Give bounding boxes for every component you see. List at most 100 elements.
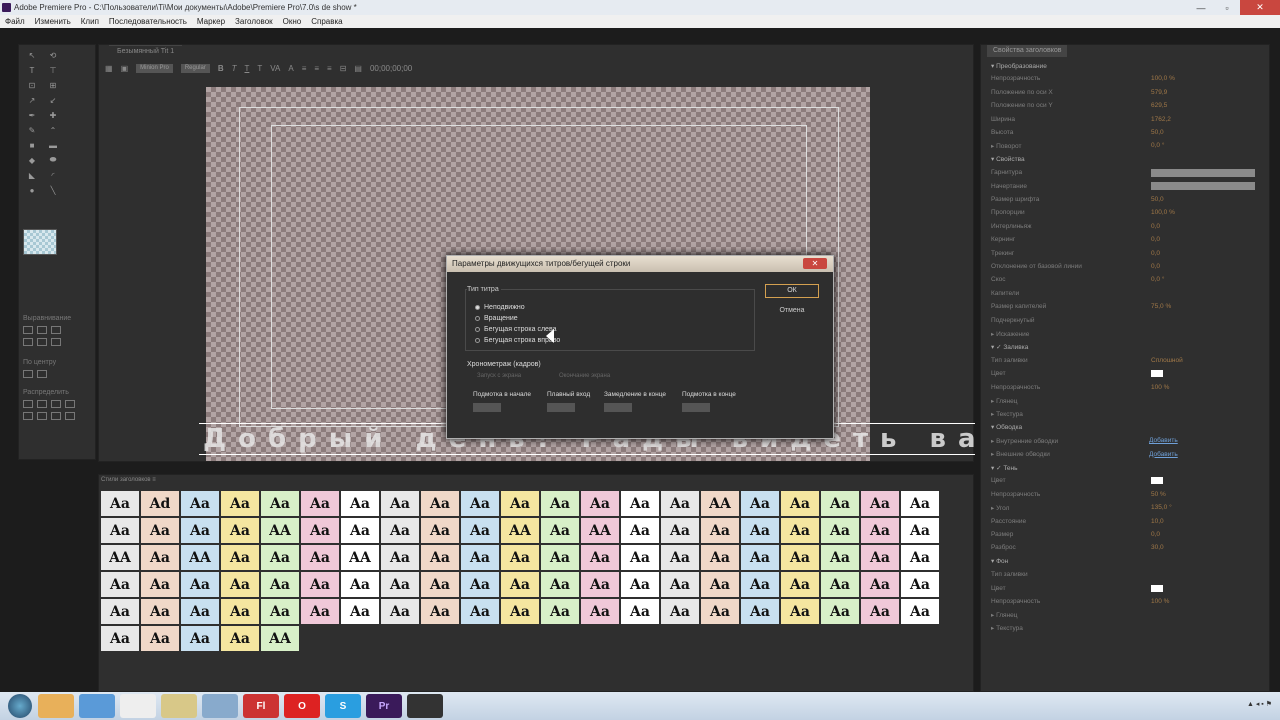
dialog-close-button[interactable]: ✕: [803, 258, 827, 269]
property-row[interactable]: ▸ Текстура: [981, 407, 1269, 420]
align-right-icon[interactable]: [51, 326, 61, 334]
menu-item[interactable]: Заголовок: [230, 17, 278, 26]
property-row[interactable]: Трекинг 0,0: [981, 247, 1269, 260]
property-row[interactable]: Положение по оси Y 629,5: [981, 99, 1269, 112]
property-value[interactable]: 0,0 °: [1151, 276, 1164, 283]
style-swatch[interactable]: Aa: [181, 626, 219, 651]
distribute-4-icon[interactable]: [65, 400, 75, 408]
start-off-screen-checkbox[interactable]: Запуск с экрана: [477, 373, 521, 379]
tab-stops-icon[interactable]: ⊟: [340, 64, 347, 73]
property-row[interactable]: Интерлиньяж 0,0: [981, 220, 1269, 233]
align-top-icon[interactable]: [23, 338, 33, 346]
property-dropdown[interactable]: [1151, 182, 1255, 191]
property-value[interactable]: 100 %: [1151, 384, 1169, 391]
style-swatch[interactable]: Aa: [341, 491, 379, 516]
property-row[interactable]: Положение по оси X 579,9: [981, 86, 1269, 99]
style-swatch[interactable]: Aa: [101, 518, 139, 543]
style-swatch[interactable]: AA: [341, 545, 379, 570]
style-swatch[interactable]: Aa: [141, 626, 179, 651]
radio-roll[interactable]: Вращение: [475, 315, 518, 322]
style-swatch[interactable]: Aa: [421, 599, 459, 624]
ease-in-input[interactable]: [547, 403, 575, 412]
distribute-7-icon[interactable]: [51, 412, 61, 420]
style-swatch[interactable]: Aa: [541, 572, 579, 597]
system-tray[interactable]: ▲ ◂ ▪ ⚑: [1247, 700, 1272, 708]
style-swatch[interactable]: Aa: [221, 545, 259, 570]
property-dropdown[interactable]: [1151, 168, 1255, 177]
style-swatch[interactable]: Aa: [621, 599, 659, 624]
style-swatch[interactable]: Aa: [261, 572, 299, 597]
style-swatch[interactable]: Aa: [221, 626, 259, 651]
style-swatch[interactable]: Aa: [821, 599, 859, 624]
property-row[interactable]: Высота 50,0: [981, 126, 1269, 139]
properties-tab[interactable]: Свойства заголовков: [987, 45, 1068, 57]
style-swatch[interactable]: Aa: [821, 518, 859, 543]
style-swatch[interactable]: Aa: [101, 491, 139, 516]
style-swatch[interactable]: Aa: [581, 572, 619, 597]
style-swatch[interactable]: AA: [261, 626, 299, 651]
property-row[interactable]: Начертание: [981, 180, 1269, 193]
property-value[interactable]: 0,0: [1151, 531, 1160, 538]
style-swatch[interactable]: Aa: [101, 599, 139, 624]
property-row[interactable]: ▸ Поворот 0,0 °: [981, 139, 1269, 152]
property-row[interactable]: Непрозрачность 100 %: [981, 595, 1269, 608]
property-row[interactable]: Размер капителей 75,0 %: [981, 300, 1269, 313]
property-value[interactable]: 50,0: [1151, 129, 1164, 136]
style-swatch[interactable]: Aa: [701, 545, 739, 570]
style-swatch[interactable]: Aa: [661, 545, 699, 570]
style-swatch[interactable]: Aa: [741, 572, 779, 597]
style-swatch[interactable]: Aa: [621, 545, 659, 570]
postroll-input[interactable]: [682, 403, 710, 412]
bold-icon[interactable]: B: [218, 64, 224, 73]
style-swatch[interactable]: Aa: [701, 572, 739, 597]
add-link[interactable]: Добавить: [1149, 451, 1178, 458]
style-swatch[interactable]: Aa: [741, 491, 779, 516]
align-middle-icon[interactable]: [37, 338, 47, 346]
property-value[interactable]: 100 %: [1151, 598, 1169, 605]
font-style-select[interactable]: Regular: [180, 63, 210, 73]
delete-anchor-icon[interactable]: ✎: [23, 124, 41, 136]
style-swatch[interactable]: Aa: [461, 599, 499, 624]
style-swatch[interactable]: Aa: [741, 518, 779, 543]
styles-tab[interactable]: Стили заголовков ≡: [101, 477, 156, 483]
property-row[interactable]: Капители: [981, 287, 1269, 300]
property-value[interactable]: 30,0: [1151, 544, 1164, 551]
style-swatch[interactable]: Aa: [221, 518, 259, 543]
minimize-button[interactable]: —: [1188, 0, 1214, 15]
property-value[interactable]: 579,9: [1151, 89, 1167, 96]
style-swatch[interactable]: AA: [501, 518, 539, 543]
property-value[interactable]: 75,0 %: [1151, 303, 1171, 310]
pen-tool-icon[interactable]: ✒: [23, 109, 41, 121]
property-row[interactable]: ▾ ✓ Заливка: [981, 340, 1269, 353]
vertical-path-type-icon[interactable]: ↙: [44, 94, 62, 106]
radio-crawl-left[interactable]: Бегущая строка слева: [475, 326, 557, 333]
property-row[interactable]: Цвет: [981, 367, 1269, 380]
property-row[interactable]: Пропорции 100,0 %: [981, 206, 1269, 219]
property-row[interactable]: Тип заливки Сплошной: [981, 354, 1269, 367]
style-swatch[interactable]: Aa: [861, 491, 899, 516]
color-swatch[interactable]: [1151, 370, 1163, 378]
property-row[interactable]: Отклонение от базовой линии 0,0: [981, 260, 1269, 273]
property-row[interactable]: Цвет: [981, 474, 1269, 487]
property-value[interactable]: 0,0 °: [1151, 142, 1164, 149]
style-swatch[interactable]: Aa: [541, 599, 579, 624]
align-center-icon[interactable]: [37, 326, 47, 334]
property-row[interactable]: ▸ Угол 135,0 °: [981, 501, 1269, 514]
style-swatch[interactable]: Aa: [741, 599, 779, 624]
taskbar-premiere-icon[interactable]: Pr: [366, 694, 402, 718]
style-swatch[interactable]: Aa: [901, 545, 939, 570]
style-swatch[interactable]: Aa: [101, 572, 139, 597]
style-swatch[interactable]: Aa: [181, 572, 219, 597]
property-value[interactable]: 50,0: [1151, 196, 1164, 203]
style-swatch[interactable]: Aa: [781, 518, 819, 543]
property-value[interactable]: 135,0 °: [1151, 504, 1172, 511]
menu-item[interactable]: Клип: [76, 17, 104, 26]
center-vertical-icon[interactable]: [37, 370, 47, 378]
style-swatch[interactable]: Aa: [461, 518, 499, 543]
style-swatch[interactable]: Aa: [621, 572, 659, 597]
menu-item[interactable]: Окно: [278, 17, 307, 26]
property-value[interactable]: 100,0 %: [1151, 209, 1175, 216]
kerning-icon[interactable]: VA: [270, 64, 280, 73]
add-link[interactable]: Добавить: [1149, 437, 1178, 444]
menu-item[interactable]: Справка: [306, 17, 347, 26]
